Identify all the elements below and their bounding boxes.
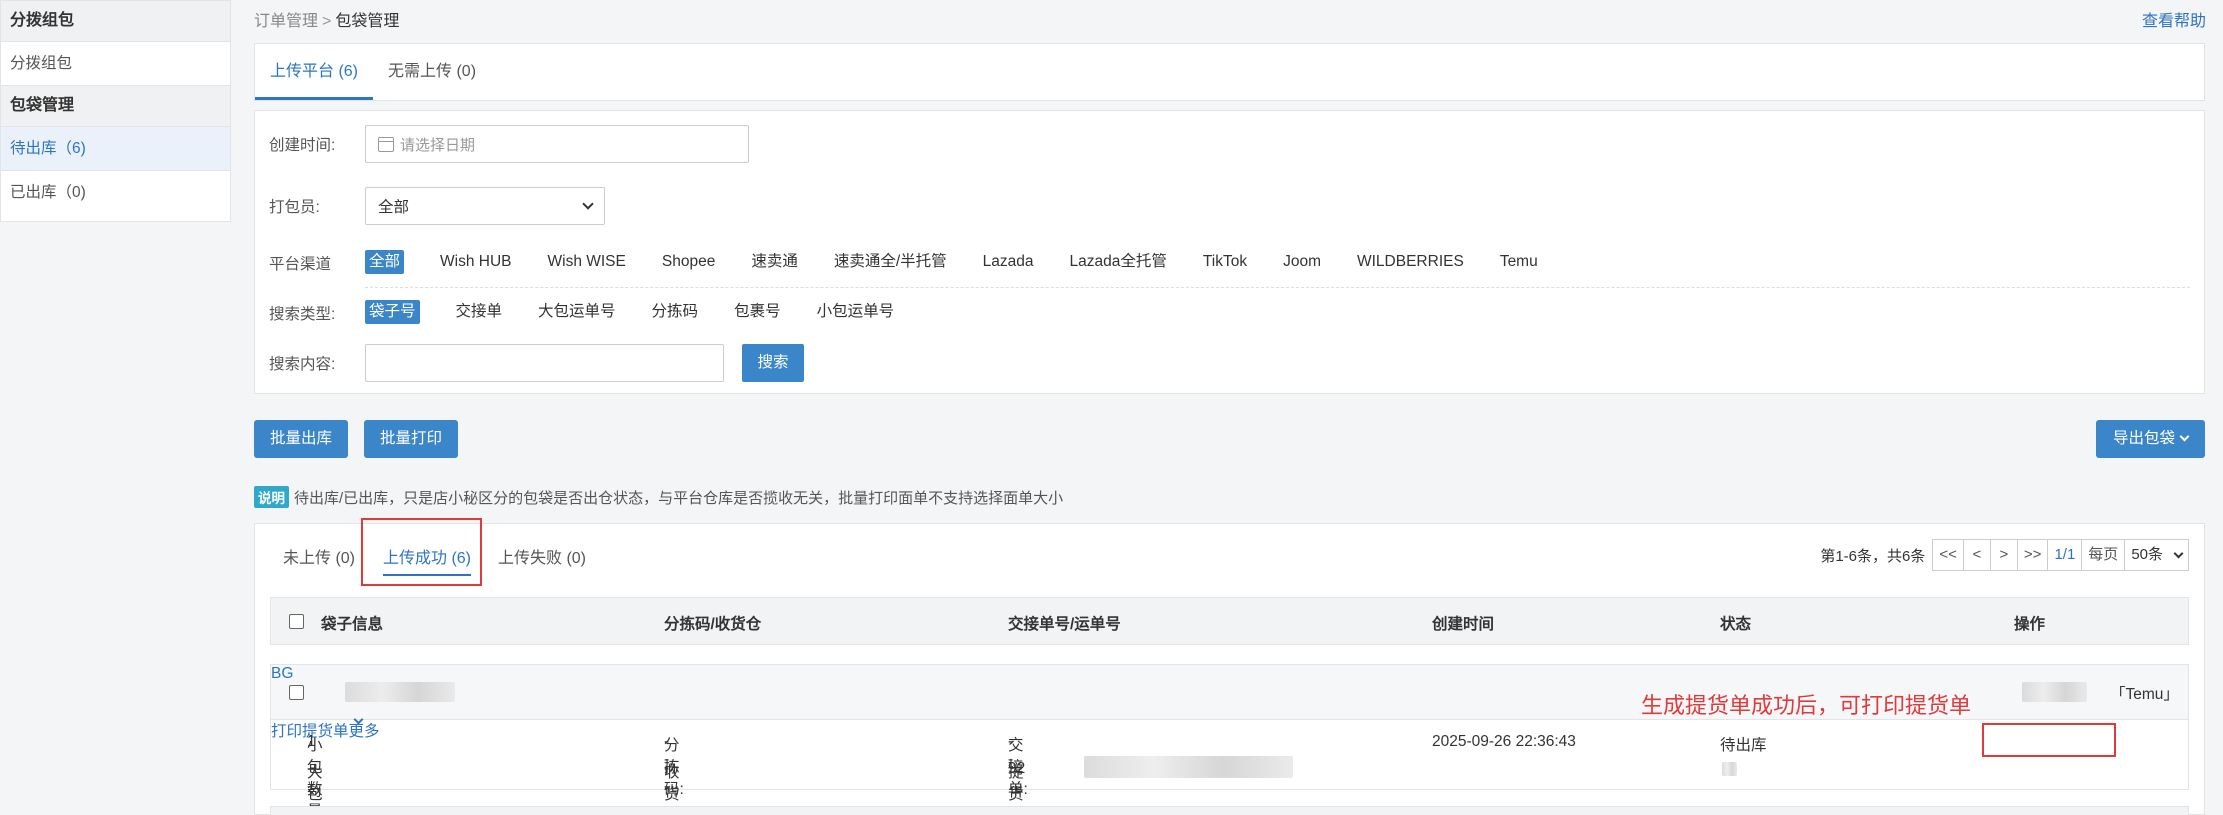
annotation-text: 生成提货单成功后，可打印提货单 xyxy=(1641,693,1972,718)
search-input[interactable] xyxy=(365,344,724,382)
page-last-button[interactable]: >> xyxy=(2016,539,2049,571)
results-panel: 未上传 (0) 上传成功 (6) 上传失败 (0) 第1-6条，共6条 << <… xyxy=(254,523,2205,815)
packer-label: 打包员: xyxy=(269,199,320,216)
sidebar-item-pending-out[interactable]: 待出库（6) xyxy=(1,127,230,171)
breadcrumb-current: 包袋管理 xyxy=(335,13,400,30)
col-actions: 操作 xyxy=(2014,616,2046,633)
tab-upload-platform[interactable]: 上传平台 (6) xyxy=(255,44,374,100)
row-checkbox[interactable] xyxy=(289,685,304,700)
chevron-down-icon xyxy=(2179,431,2190,442)
redacted-value xyxy=(345,682,455,702)
packer-select-value: 全部 xyxy=(378,199,410,216)
platform-option[interactable]: Shopee xyxy=(662,250,715,274)
batch-print-button[interactable]: 批量打印 xyxy=(364,420,458,458)
sidebar: 分拨组包 分拨组包 包袋管理 待出库（6) 已出库（0) xyxy=(0,0,231,222)
per-page-select[interactable]: 50条 xyxy=(2124,539,2189,571)
platform-option[interactable]: Lazada xyxy=(983,250,1034,274)
created-time: 2025-09-26 22:36:43 xyxy=(1432,733,1576,750)
export-bags-button[interactable]: 导出包袋 xyxy=(2096,420,2205,458)
note-text: 待出库/已出库，只是店小秘区分的包袋是否出仓状态，与平台仓库是否揽收无关，批量打… xyxy=(294,489,1064,507)
date-range-input[interactable]: 请选择日期 xyxy=(365,125,749,163)
search-type-option[interactable]: 包裹号 xyxy=(734,300,781,324)
small-pkg-count: 1 xyxy=(307,733,316,750)
platform-option[interactable]: 速卖通全/半托管 xyxy=(834,250,947,274)
chevron-down-icon xyxy=(582,198,594,210)
platform-option[interactable]: Lazada全托管 xyxy=(1070,250,1167,274)
help-link[interactable]: 查看帮助 xyxy=(2142,7,2206,31)
platform-option[interactable]: Joom xyxy=(1283,250,1321,274)
search-type-label: 搜索类型: xyxy=(269,306,336,323)
note-tag: 说明 xyxy=(254,486,289,508)
platform-option[interactable]: Wish WISE xyxy=(548,250,626,274)
pickup-number: 92 xyxy=(1008,760,1026,777)
col-bag-info: 袋子信息 xyxy=(321,616,384,633)
per-page-label: 每页 xyxy=(2081,539,2125,571)
created-time-label: 创建时间: xyxy=(269,137,336,154)
col-created-time: 创建时间 xyxy=(1432,616,1495,633)
search-button[interactable]: 搜索 xyxy=(742,344,804,382)
select-all-checkbox[interactable] xyxy=(289,614,304,629)
subtab-not-uploaded[interactable]: 未上传 (0) xyxy=(283,542,355,576)
redacted-value xyxy=(2022,682,2087,702)
platform-option[interactable]: Temu xyxy=(1500,250,1538,274)
col-handover: 交接单号/运单号 xyxy=(1008,616,1121,633)
search-type-option[interactable]: 分拣码 xyxy=(652,300,699,324)
search-type-option[interactable]: 大包运单号 xyxy=(538,300,616,324)
search-content-label: 搜索内容: xyxy=(269,356,336,373)
breadcrumb-parent[interactable]: 订单管理 xyxy=(254,13,318,30)
platform-tag: 「Temu」 xyxy=(2110,686,2179,703)
batch-out-button[interactable]: 批量出库 xyxy=(254,420,348,458)
search-type-option-bag[interactable]: 袋子号 xyxy=(365,300,420,324)
platform-option-all[interactable]: 全部 xyxy=(365,250,405,274)
breadcrumb: 订单管理 > 包袋管理 xyxy=(254,7,399,31)
subtab-upload-failed[interactable]: 上传失败 (0) xyxy=(498,542,586,576)
more-actions-label: 更多 xyxy=(348,723,380,740)
redacted-value xyxy=(1084,756,1293,778)
sidebar-group-title: 分拨组包 xyxy=(1,1,230,42)
search-type-option[interactable]: 小包运单号 xyxy=(817,300,895,324)
highlight-box xyxy=(361,518,482,586)
top-tabs: 上传平台 (6) 无需上传 (0) xyxy=(254,43,2205,101)
per-page-value: 50条 xyxy=(2131,546,2163,563)
info-note: 说明 待出库/已出库，只是店小秘区分的包袋是否出仓状态，与平台仓库是否揽收无关，… xyxy=(254,486,1063,508)
date-placeholder: 请选择日期 xyxy=(400,136,476,154)
calendar-icon xyxy=(378,136,394,152)
table-row-detail: 小包数量: 1 大包称重: -- 分拣码: -- 收货仓: -- 交接单: --… xyxy=(270,714,2189,815)
page-first-button[interactable]: << xyxy=(1932,539,1964,571)
page-next-button[interactable]: > xyxy=(1989,539,2018,571)
highlight-box xyxy=(1982,723,2116,757)
platform-option[interactable]: TikTok xyxy=(1203,250,1247,274)
search-type-option[interactable]: 交接单 xyxy=(456,300,503,324)
receive-wh: -- xyxy=(664,760,670,795)
bag-number-link[interactable]: BG xyxy=(271,665,293,682)
filter-panel: 创建时间: 请选择日期 打包员: 全部 平台渠道 全部 Wish HUB Wis… xyxy=(254,110,2205,394)
chevron-down-icon xyxy=(2173,548,2184,558)
sidebar-item-shipped-out[interactable]: 已出库（0) xyxy=(1,171,230,215)
breadcrumb-separator: > xyxy=(322,13,332,30)
platform-option[interactable]: 速卖通 xyxy=(751,250,798,274)
sidebar-item-group-pack[interactable]: 分拨组包 xyxy=(1,42,230,86)
tab-no-upload[interactable]: 无需上传 (0) xyxy=(373,44,491,100)
pagination-summary: 第1-6条，共6条 xyxy=(1820,547,1926,565)
platform-options: 全部 Wish HUB Wish WISE Shopee 速卖通 速卖通全/半托… xyxy=(365,250,1574,274)
col-sort-code: 分拣码/收货仓 xyxy=(664,616,762,633)
page-current: 1/1 xyxy=(2047,539,2083,571)
col-status: 状态 xyxy=(1720,616,1752,633)
packer-select[interactable]: 全部 xyxy=(365,187,605,225)
page-prev-button[interactable]: < xyxy=(1962,539,1991,571)
table-header: 袋子信息 分拣码/收货仓 交接单号/运单号 创建时间 状态 操作 xyxy=(270,597,2189,645)
pagination: 第1-6条，共6条 << < > >> 1/1 每页 50条 xyxy=(1820,539,2189,571)
status-text: 待出库 xyxy=(1720,737,1767,754)
table-row xyxy=(270,806,2189,815)
status-icon xyxy=(1722,762,1737,776)
divider xyxy=(365,287,2190,288)
search-type-options: 袋子号 交接单 大包运单号 分拣码 包裹号 小包运单号 xyxy=(365,300,930,324)
sidebar-group-title: 包袋管理 xyxy=(1,86,230,127)
platform-option[interactable]: WILDBERRIES xyxy=(1357,250,1464,274)
platform-label: 平台渠道 xyxy=(269,256,332,273)
platform-option[interactable]: Wish HUB xyxy=(440,250,511,274)
export-bags-label: 导出包袋 xyxy=(2112,430,2175,447)
big-pkg-weight: -- xyxy=(307,760,313,795)
